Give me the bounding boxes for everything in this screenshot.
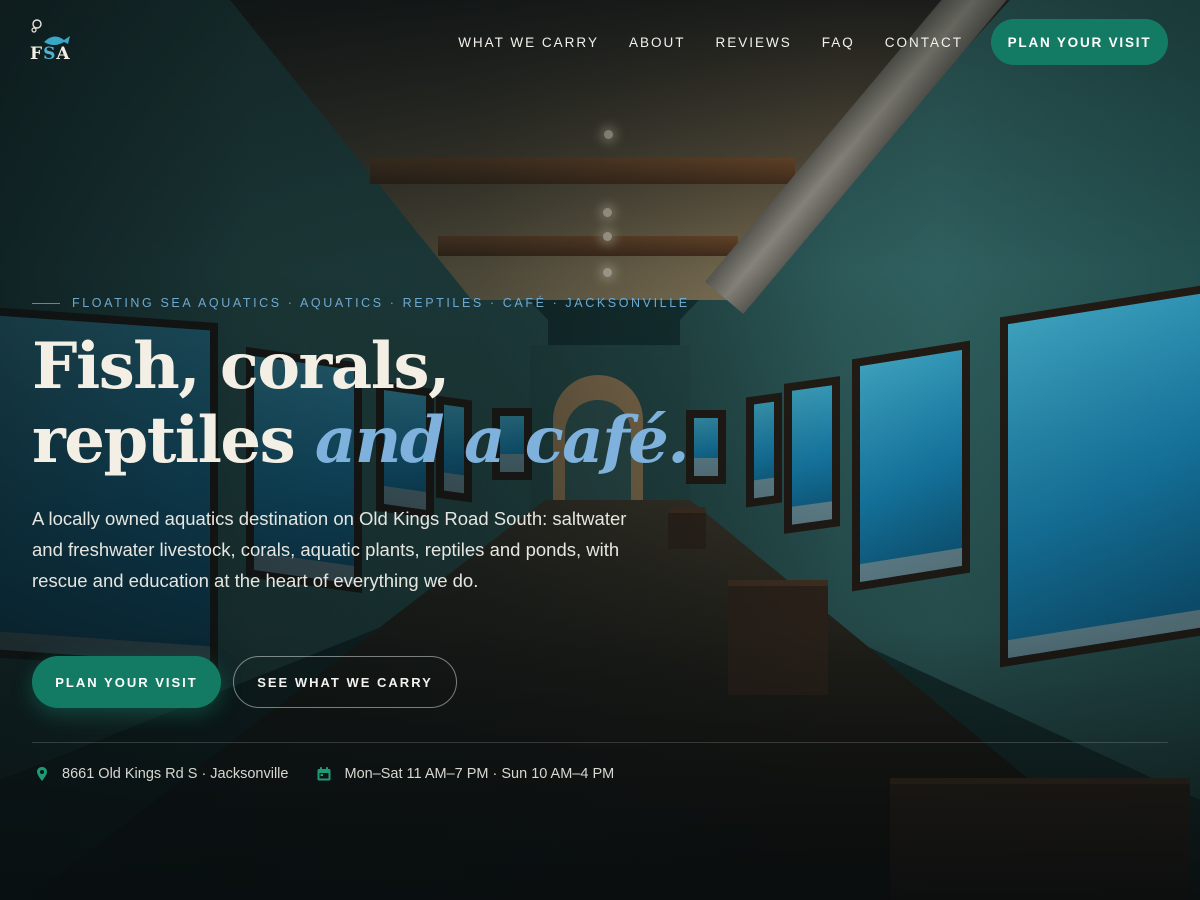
plan-your-visit-nav-button[interactable]: PLAN YOUR VISIT — [991, 19, 1168, 65]
headline-line-1: Fish, corals, — [32, 329, 450, 404]
logo-text: FSA — [30, 44, 71, 64]
eyebrow-rule — [32, 302, 60, 304]
hero-headline: Fish, corals, reptiles and a café. — [32, 329, 690, 478]
nav-reviews[interactable]: REVIEWS — [715, 35, 791, 50]
logo-letter-s: S — [43, 44, 57, 64]
plan-your-visit-button[interactable]: PLAN YOUR VISIT — [32, 656, 221, 708]
nav-what-we-carry[interactable]: WHAT WE CARRY — [458, 35, 599, 50]
see-what-we-carry-button[interactable]: SEE WHAT WE CARRY — [233, 656, 457, 708]
main-nav: WHAT WE CARRY ABOUT REVIEWS FAQ CONTACT … — [428, 19, 1168, 65]
divider — [32, 742, 1168, 743]
logo[interactable]: FSA — [30, 18, 78, 66]
logo-letter-f: F — [30, 44, 44, 64]
map-pin-icon — [37, 767, 47, 781]
site-header: FSA WHAT WE CARRY ABOUT REVIEWS FAQ CONT… — [0, 0, 1200, 86]
address-text: 8661 Old Kings Rd S · Jacksonville — [62, 766, 289, 782]
hero-description: A locally owned aquatics destination on … — [32, 508, 627, 591]
hours-item: Mon–Sat 11 AM–7 PM · Sun 10 AM–4 PM — [314, 766, 614, 782]
hero-eyebrow: FLOATING SEA AQUATICS · AQUATICS · REPTI… — [32, 296, 690, 310]
logo-letter-a: A — [56, 44, 71, 64]
nav-about[interactable]: ABOUT — [629, 35, 686, 50]
nav-contact[interactable]: CONTACT — [885, 35, 963, 50]
hours-text: Mon–Sat 11 AM–7 PM · Sun 10 AM–4 PM — [344, 766, 615, 782]
address-item: 8661 Old Kings Rd S · Jacksonville — [32, 766, 288, 782]
headline-italic: and a café. — [314, 403, 690, 478]
nav-faq[interactable]: FAQ — [822, 35, 855, 50]
headline-line-2: reptiles — [32, 403, 296, 478]
calendar-icon — [317, 767, 331, 781]
eyebrow-text: FLOATING SEA AQUATICS · AQUATICS · REPTI… — [72, 296, 690, 310]
visit-info: 8661 Old Kings Rd S · Jacksonville Mon–S… — [32, 766, 640, 782]
